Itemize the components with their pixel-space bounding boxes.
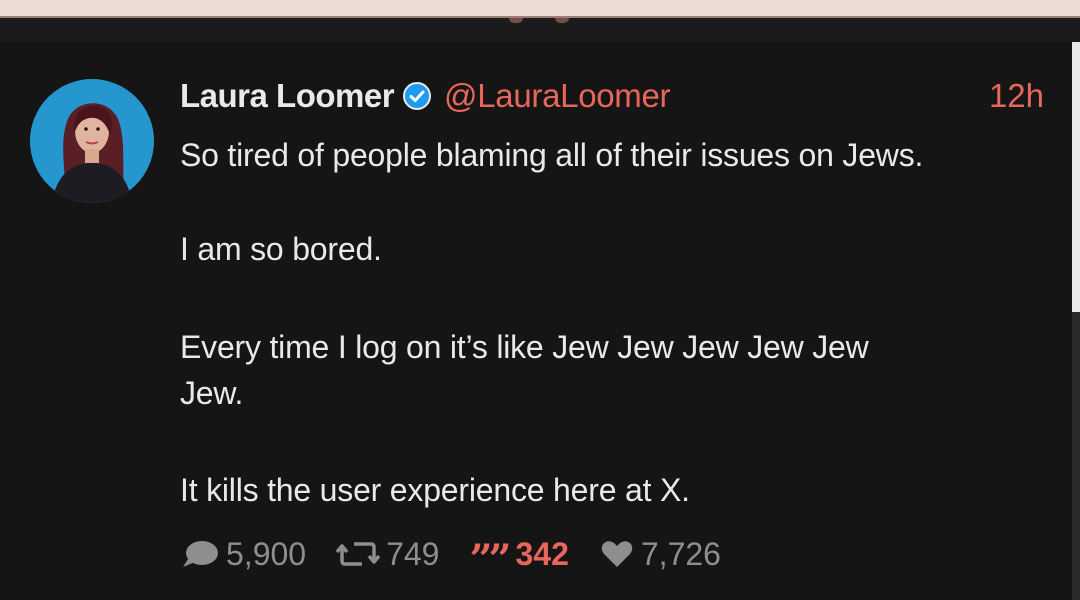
like-count: 7,726 bbox=[640, 535, 721, 572]
quote-marks-icon: ”” bbox=[469, 536, 511, 583]
post-timestamp[interactable]: 12h bbox=[989, 75, 1044, 117]
band-marks bbox=[505, 18, 575, 24]
scrollbar-thumb[interactable] bbox=[1072, 42, 1080, 312]
heart-icon bbox=[601, 541, 633, 567]
quote-count: 342 bbox=[515, 535, 569, 572]
reply-button[interactable]: 5,900 bbox=[180, 536, 306, 573]
verified-badge-icon bbox=[403, 82, 432, 110]
repost-arrows-icon bbox=[336, 542, 381, 566]
repost-button[interactable]: 749 bbox=[336, 536, 439, 573]
post-card[interactable]: Laura Loomer @LauraLoomer 12h So tired o… bbox=[0, 42, 1072, 600]
post-text-line: So tired of people blaming all of their … bbox=[180, 137, 924, 173]
quote-button[interactable]: ”” 342 bbox=[469, 533, 569, 581]
like-button[interactable]: 7,726 bbox=[599, 536, 721, 573]
post-text-line: I am so bored. bbox=[180, 231, 382, 267]
top-strip bbox=[0, 0, 1080, 16]
post-text-line: Every time I log on it’s like Jew Jew Je… bbox=[180, 329, 869, 365]
screenshot-frame: Laura Loomer @LauraLoomer 12h So tired o… bbox=[0, 0, 1080, 600]
repost-count: 749 bbox=[386, 535, 440, 572]
post-text-line: Jew. bbox=[180, 375, 244, 411]
author-display-name[interactable]: Laura Loomer bbox=[180, 77, 395, 115]
post-stats-bar: 5,900 749 ”” 342 7,726 bbox=[180, 533, 751, 581]
post-text-line: It kills the user experience here at X. bbox=[180, 472, 690, 508]
avatar[interactable] bbox=[30, 79, 154, 203]
comment-bubble-icon bbox=[183, 541, 218, 567]
author-handle[interactable]: @LauraLoomer bbox=[444, 77, 671, 115]
reply-count: 5,900 bbox=[226, 535, 307, 572]
author-row: Laura Loomer @LauraLoomer bbox=[180, 75, 671, 117]
